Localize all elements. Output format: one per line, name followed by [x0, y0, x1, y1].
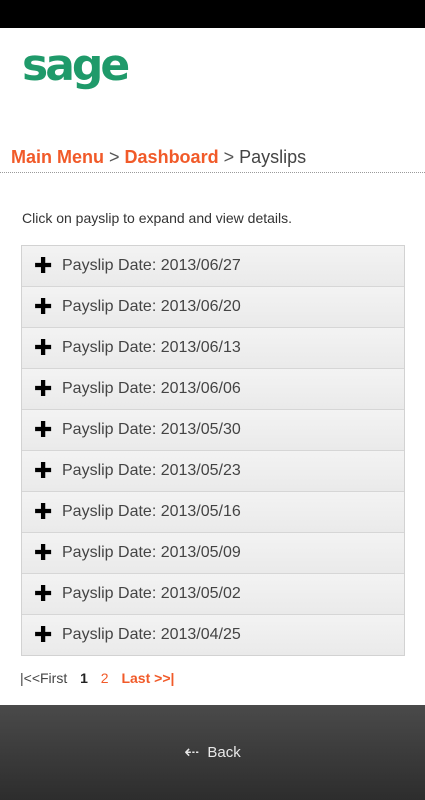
breadcrumb: Main Menu > Dashboard > Payslips [11, 146, 306, 168]
back-button-label: Back [207, 744, 241, 761]
payslip-row[interactable]: ✚ Payslip Date: 2013/06/06 [22, 369, 404, 410]
status-bar [0, 0, 425, 28]
payslip-date-label: Payslip Date: 2013/05/30 [62, 421, 241, 438]
payslip-row[interactable]: ✚ Payslip Date: 2013/05/09 [22, 533, 404, 574]
pagination: |<<First 1 2 Last >>| [20, 670, 183, 686]
plus-icon: ✚ [34, 417, 53, 442]
breadcrumb-separator: > [223, 147, 235, 167]
payslip-row[interactable]: ✚ Payslip Date: 2013/06/27 [22, 246, 404, 287]
plus-icon: ✚ [34, 335, 53, 360]
payslip-row[interactable]: ✚ Payslip Date: 2013/05/16 [22, 492, 404, 533]
payslip-row[interactable]: ✚ Payslip Date: 2013/04/25 [22, 615, 404, 655]
back-button[interactable]: ⇠ Back [184, 742, 240, 763]
pagination-last-link[interactable]: Last >>| [121, 670, 174, 686]
breadcrumb-current-page: Payslips [239, 147, 307, 167]
payslip-row[interactable]: ✚ Payslip Date: 2013/06/20 [22, 287, 404, 328]
payslip-date-label: Payslip Date: 2013/06/13 [62, 339, 241, 356]
divider [0, 172, 425, 173]
breadcrumb-main-menu[interactable]: Main Menu [11, 147, 104, 167]
pagination-page-2[interactable]: 2 [101, 670, 109, 686]
plus-icon: ✚ [34, 376, 53, 401]
payslip-date-label: Payslip Date: 2013/05/09 [62, 544, 241, 561]
plus-icon: ✚ [34, 622, 53, 647]
instructions-text: Click on payslip to expand and view deta… [22, 210, 293, 226]
pagination-page-1[interactable]: 1 [80, 670, 88, 686]
payslip-row[interactable]: ✚ Payslip Date: 2013/06/13 [22, 328, 404, 369]
footer-bar: ⇠ Back [0, 705, 425, 800]
payslip-list: ✚ Payslip Date: 2013/06/27 ✚ Payslip Dat… [21, 245, 405, 656]
payslip-date-label: Payslip Date: 2013/05/16 [62, 503, 241, 520]
payslip-date-label: Payslip Date: 2013/06/20 [62, 298, 241, 315]
payslip-date-label: Payslip Date: 2013/05/02 [62, 585, 241, 602]
plus-icon: ✚ [34, 581, 53, 606]
payslip-row[interactable]: ✚ Payslip Date: 2013/05/02 [22, 574, 404, 615]
breadcrumb-separator: > [109, 147, 120, 167]
breadcrumb-dashboard[interactable]: Dashboard [125, 147, 219, 167]
plus-icon: ✚ [34, 540, 53, 565]
plus-icon: ✚ [34, 294, 53, 319]
plus-icon: ✚ [34, 499, 53, 524]
payslip-date-label: Payslip Date: 2013/05/23 [62, 462, 241, 479]
pagination-first-link[interactable]: |<<First [20, 670, 67, 686]
payslip-date-label: Payslip Date: 2013/04/25 [62, 626, 241, 643]
plus-icon: ✚ [34, 458, 53, 483]
payslip-row[interactable]: ✚ Payslip Date: 2013/05/30 [22, 410, 404, 451]
payslip-row[interactable]: ✚ Payslip Date: 2013/05/23 [22, 451, 404, 492]
plus-icon: ✚ [34, 253, 53, 278]
sage-logo: sage [22, 40, 130, 91]
payslip-date-label: Payslip Date: 2013/06/27 [62, 257, 241, 274]
payslip-date-label: Payslip Date: 2013/06/06 [62, 380, 241, 397]
back-arrow-icon: ⇠ [184, 742, 200, 762]
